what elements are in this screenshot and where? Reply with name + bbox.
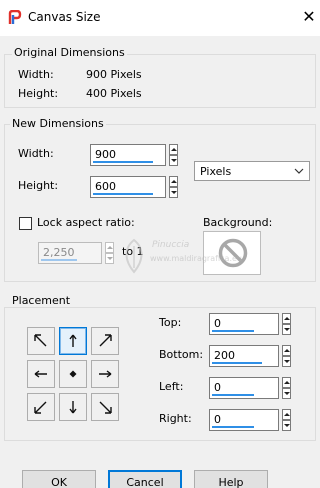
arrow-up-icon: [69, 334, 77, 347]
right-offset-decrement-button[interactable]: [282, 420, 291, 431]
left-offset-spinner[interactable]: [282, 377, 291, 399]
bottom-offset-spinner[interactable]: [282, 345, 291, 367]
arrow-down-right-icon: [99, 401, 112, 414]
height-input-slider[interactable]: [93, 193, 153, 195]
height-input-value: 600: [95, 180, 116, 193]
right-offset-slider[interactable]: [212, 426, 254, 428]
aspect-ratio-spinner[interactable]: [105, 242, 114, 264]
right-offset-increment-button[interactable]: [282, 409, 291, 420]
anchor-bottom-right[interactable]: [91, 393, 119, 421]
top-offset-spinner[interactable]: [282, 313, 291, 335]
right-offset-input[interactable]: 0: [209, 409, 279, 431]
lock-aspect-checkbox[interactable]: [19, 217, 32, 230]
anchor-top-right[interactable]: [91, 327, 119, 355]
anchor-top-left[interactable]: [27, 327, 55, 355]
left-offset-slider[interactable]: [212, 394, 254, 396]
lock-aspect-label: Lock aspect ratio:: [37, 216, 135, 229]
units-select[interactable]: Pixels: [194, 161, 310, 181]
left-offset-increment-button[interactable]: [282, 377, 291, 388]
anchor-middle-left[interactable]: [27, 360, 55, 388]
aspect-ratio-decrement-button[interactable]: [105, 253, 114, 264]
width-decrement-button[interactable]: [169, 155, 178, 166]
bottom-offset-value: 200: [214, 349, 235, 362]
original-width-value: 900 Pixels: [86, 68, 142, 81]
width-input-slider[interactable]: [93, 161, 153, 163]
height-decrement-button[interactable]: [169, 187, 178, 198]
arrow-right-icon: [99, 370, 112, 378]
original-height-label: Height:: [18, 87, 59, 100]
bottom-offset-label: Bottom:: [159, 348, 204, 361]
help-button[interactable]: Help: [194, 470, 268, 488]
placement-title: Placement: [10, 294, 73, 307]
aspect-ratio-value: 2,250: [43, 246, 75, 259]
height-spinner[interactable]: [169, 176, 178, 198]
ok-button[interactable]: OK: [22, 470, 96, 488]
width-increment-button[interactable]: [169, 144, 178, 155]
cancel-button[interactable]: Cancel: [108, 470, 182, 488]
close-button[interactable]: ✕: [300, 8, 318, 26]
height-increment-button[interactable]: [169, 176, 178, 187]
left-offset-input[interactable]: 0: [209, 377, 279, 399]
window-title: Canvas Size: [28, 10, 101, 24]
center-dot-icon: [69, 370, 77, 378]
top-offset-label: Top:: [159, 316, 182, 329]
right-offset-value: 0: [214, 413, 221, 426]
aspect-ratio-slider[interactable]: [41, 259, 77, 261]
top-offset-input[interactable]: 0: [209, 313, 279, 335]
bottom-offset-slider[interactable]: [212, 362, 262, 364]
arrow-down-left-icon: [34, 401, 47, 414]
top-offset-value: 0: [214, 317, 221, 330]
anchor-top-center[interactable]: [59, 327, 87, 355]
anchor-bottom-left[interactable]: [27, 393, 55, 421]
background-label: Background:: [203, 216, 273, 229]
width-input[interactable]: 900: [90, 144, 166, 166]
bottom-offset-increment-button[interactable]: [282, 345, 291, 356]
right-offset-spinner[interactable]: [282, 409, 291, 431]
original-dimensions-title: Original Dimensions: [12, 46, 127, 59]
watermark-logo-icon: [125, 238, 143, 274]
aspect-ratio-input[interactable]: 2,250: [38, 242, 102, 264]
bottom-offset-decrement-button[interactable]: [282, 356, 291, 367]
watermark-line1: Pinuccia: [152, 240, 190, 250]
title-bar: Canvas Size ✕: [0, 0, 320, 36]
anchor-middle-right[interactable]: [91, 360, 119, 388]
watermark: Pinuccia www.maldiragrafica.eu: [118, 238, 268, 278]
arrow-down-icon: [69, 401, 77, 414]
anchor-center[interactable]: [59, 360, 87, 388]
original-height-value: 400 Pixels: [86, 87, 142, 100]
left-offset-value: 0: [214, 381, 221, 394]
right-offset-label: Right:: [159, 412, 192, 425]
new-width-label: Width:: [18, 147, 54, 160]
units-select-value: Pixels: [200, 165, 232, 178]
top-offset-slider[interactable]: [212, 330, 254, 332]
original-width-label: Width:: [18, 68, 54, 81]
bottom-offset-input[interactable]: 200: [209, 345, 279, 367]
left-offset-decrement-button[interactable]: [282, 388, 291, 399]
chevron-down-icon: [294, 168, 304, 174]
height-input[interactable]: 600: [90, 176, 166, 198]
anchor-bottom-center[interactable]: [59, 393, 87, 421]
aspect-ratio-increment-button[interactable]: [105, 242, 114, 253]
arrow-up-left-icon: [34, 334, 47, 347]
width-spinner[interactable]: [169, 144, 178, 166]
width-input-value: 900: [95, 148, 116, 161]
watermark-line2: www.maldiragrafica.eu: [150, 254, 242, 263]
left-offset-label: Left:: [159, 380, 184, 393]
arrow-up-right-icon: [99, 334, 112, 347]
new-dimensions-title: New Dimensions: [10, 117, 106, 130]
top-offset-increment-button[interactable]: [282, 313, 291, 324]
app-icon: [8, 10, 22, 24]
arrow-left-icon: [34, 370, 47, 378]
new-height-label: Height:: [18, 179, 59, 192]
top-offset-decrement-button[interactable]: [282, 324, 291, 335]
